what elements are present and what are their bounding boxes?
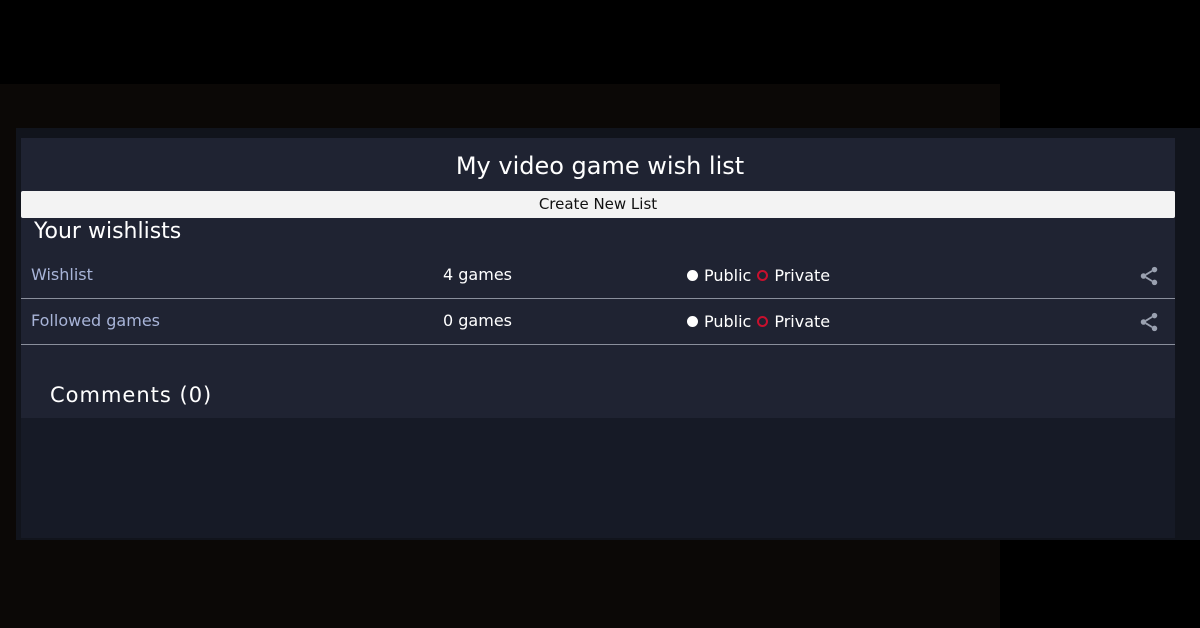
game-count: 0 games [443,311,512,330]
wishlists-heading: Your wishlists [34,219,182,244]
page-title: My video game wish list [455,152,745,180]
public-label: Public [704,265,752,285]
wishlist-name-link[interactable]: Followed games [31,299,160,343]
share-icon[interactable] [1138,265,1160,287]
public-label: Public [704,311,752,331]
page-backdrop: My video game wish list Create New List … [0,0,1200,628]
wishlist-row: Wishlist 4 games Public Private [21,253,1175,299]
privacy-selector: Public Private [687,253,830,297]
game-count: 4 games [443,265,512,284]
comments-heading: Comments (0) [50,383,213,407]
public-radio[interactable] [687,315,698,327]
create-new-list-button[interactable]: Create New List [21,191,1175,218]
wishlist-row: Followed games 0 games Public Private [21,299,1175,345]
private-label: Private [774,265,831,285]
share-icon[interactable] [1138,311,1160,333]
private-label: Private [774,311,831,331]
privacy-selector: Public Private [687,299,830,343]
private-radio[interactable] [757,315,769,327]
wishlist-name-link[interactable]: Wishlist [31,253,93,297]
public-radio[interactable] [687,269,698,281]
private-radio[interactable] [757,269,769,281]
